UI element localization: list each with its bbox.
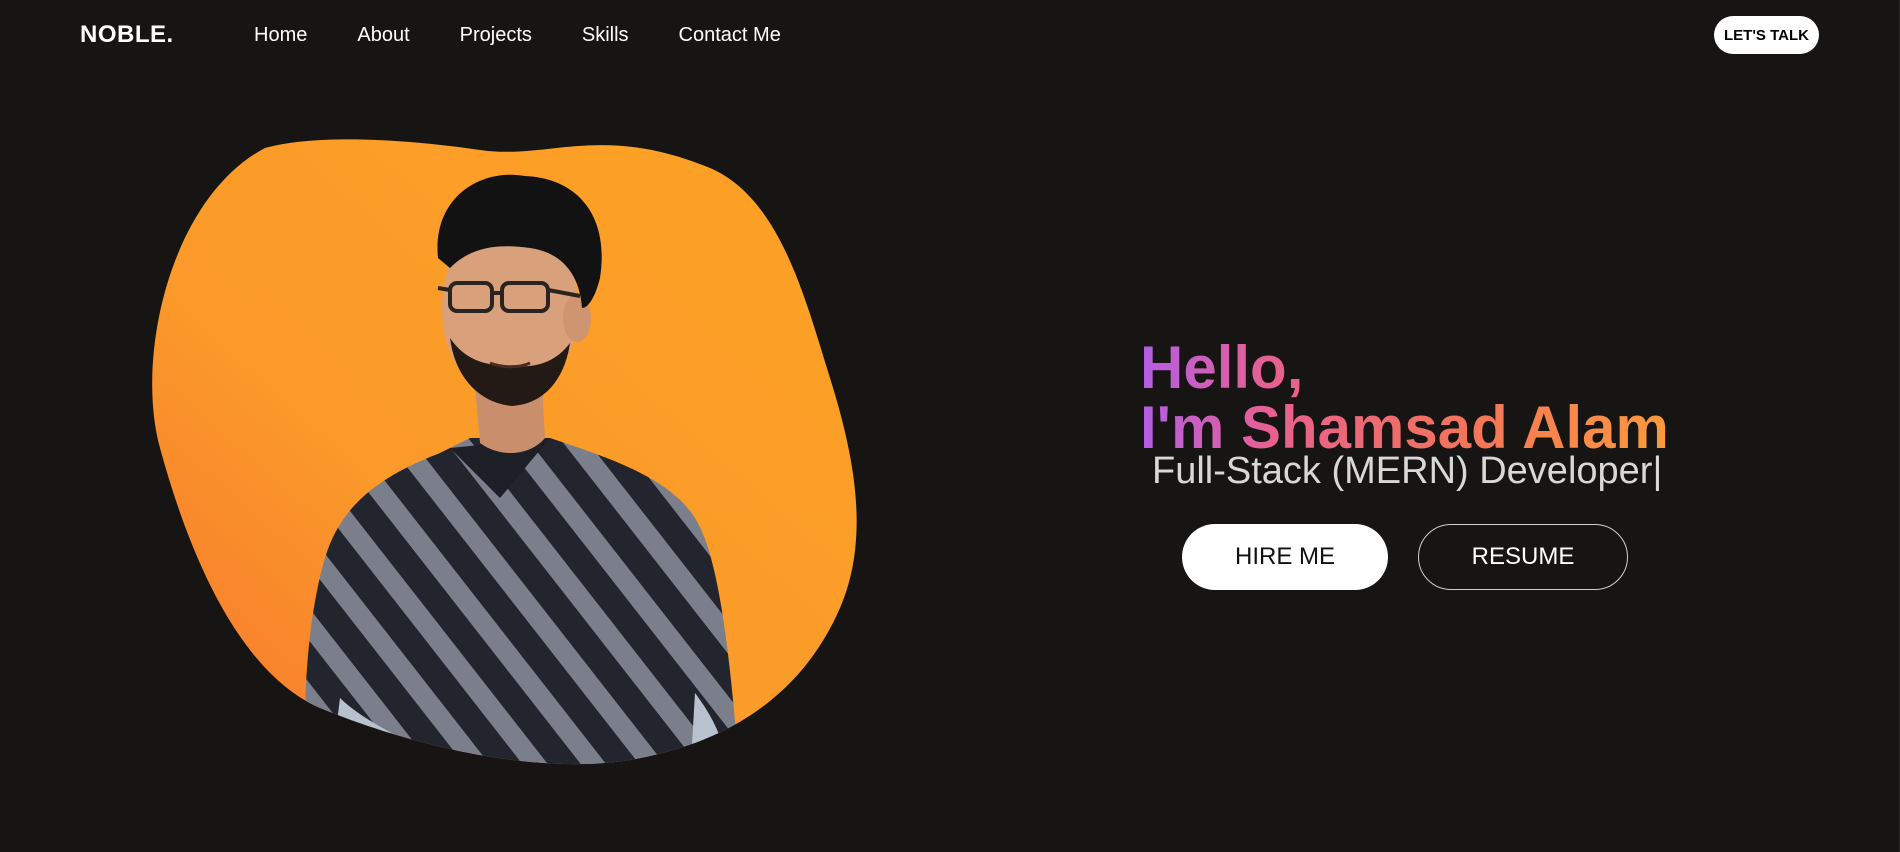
site-logo[interactable]: NOBLE. [80,21,174,49]
portfolio-page: NOBLE. Home About Projects Skills Contac… [0,0,1900,852]
navbar: NOBLE. Home About Projects Skills Contac… [0,0,1900,70]
hero-greeting: Hello, I'm Shamsad Alam [1140,338,1669,458]
nav-link-projects[interactable]: Projects [460,22,532,48]
nav-link-about[interactable]: About [357,22,409,48]
resume-button[interactable]: RESUME [1418,524,1628,590]
nav-link-contact-me[interactable]: Contact Me [679,22,781,48]
nav-links: Home About Projects Skills Contact Me [254,22,781,48]
typing-cursor: | [1652,450,1663,492]
hire-me-button[interactable]: HIRE ME [1182,524,1388,590]
nav-link-home[interactable]: Home [254,22,307,48]
lets-talk-button[interactable]: LET'S TALK [1714,16,1819,54]
role-text: Full-Stack (MERN) Developer [1152,450,1653,492]
nav-link-skills[interactable]: Skills [582,22,629,48]
hero-subtitle: Full-Stack (MERN) Developer| [1152,448,1662,494]
hero-portrait-image [150,138,860,773]
portrait-blob-svg [152,139,857,765]
greeting-line-hello: Hello, [1140,334,1304,402]
